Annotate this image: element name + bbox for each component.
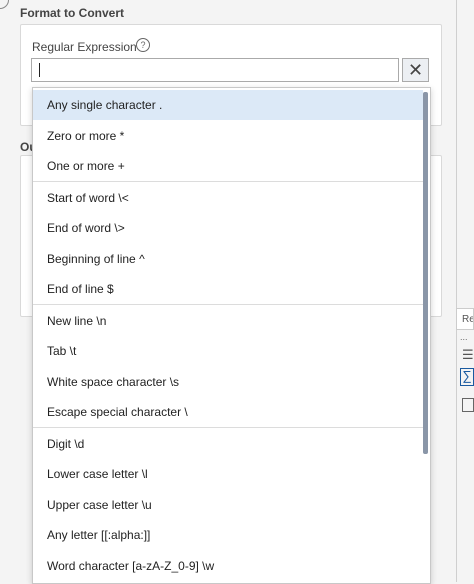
text-caret bbox=[39, 63, 40, 77]
dropdown-item[interactable]: Lower case letter \l bbox=[33, 459, 423, 489]
regex-input[interactable] bbox=[31, 58, 399, 82]
sum-icon[interactable]: ∑ bbox=[460, 368, 474, 386]
dropdown-item[interactable]: Tab \t bbox=[33, 336, 423, 366]
dropdown-item[interactable]: End of line $ bbox=[33, 274, 423, 304]
more-dots[interactable]: ... bbox=[460, 332, 468, 342]
divider bbox=[33, 181, 423, 182]
dropdown-item[interactable]: New line \n bbox=[33, 306, 423, 336]
dropdown-item[interactable]: Any single character . bbox=[33, 90, 423, 120]
help-icon[interactable]: ? bbox=[136, 38, 150, 52]
section-title: Format to Convert bbox=[20, 6, 125, 20]
left-edge bbox=[0, 0, 12, 582]
dropdown-item[interactable]: Any letter [[:alpha:]] bbox=[33, 520, 423, 550]
table-icon[interactable]: ☰ bbox=[462, 348, 474, 362]
dropdown-item[interactable]: End of word \> bbox=[33, 213, 423, 243]
regex-dropdown[interactable]: Any single character . Zero or more * On… bbox=[32, 87, 431, 584]
regex-label: Regular Expression bbox=[32, 40, 137, 54]
dropdown-item[interactable]: Start of word \< bbox=[33, 183, 423, 213]
divider bbox=[33, 304, 423, 305]
box-icon[interactable] bbox=[462, 398, 474, 412]
info-icon bbox=[0, 0, 9, 9]
right-panel bbox=[456, 0, 474, 582]
dropdown-item[interactable]: Digit \d bbox=[33, 429, 423, 459]
dropdown-item[interactable]: Beginning of line ^ bbox=[33, 244, 423, 274]
clear-button[interactable]: ✕ bbox=[402, 58, 429, 82]
dropdown-item[interactable]: Upper case letter \u bbox=[33, 490, 423, 520]
dropdown-item[interactable]: Word character [a-zA-Z_0-9] \w bbox=[33, 551, 423, 581]
divider bbox=[33, 427, 423, 428]
dropdown-scrollbar[interactable] bbox=[423, 92, 428, 454]
dropdown-item[interactable]: One or more + bbox=[33, 151, 423, 181]
results-tab[interactable]: Re bbox=[456, 308, 474, 330]
dropdown-item[interactable]: Zero or more * bbox=[33, 121, 423, 151]
dropdown-item[interactable]: Escape special character \ bbox=[33, 397, 423, 427]
dropdown-item[interactable]: White space character \s bbox=[33, 367, 423, 397]
